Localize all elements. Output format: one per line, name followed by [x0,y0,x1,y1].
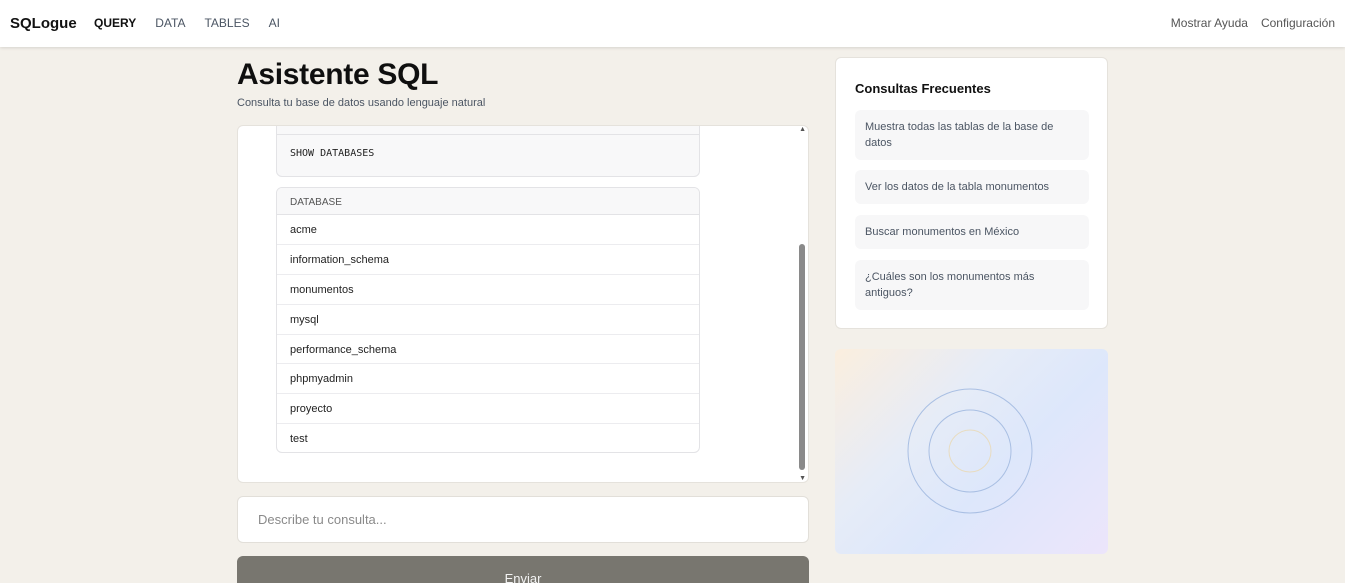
table-row: monumentos [277,275,699,305]
concentric-circles-icon [907,388,1033,514]
table-header-database: DATABASE [277,188,699,215]
table-row: test [290,433,308,446]
triangle-up-icon[interactable]: ▲ [799,126,806,133]
table-row: performance_schema [277,335,699,365]
faq-card: Consultas Frecuentes Muestra todas las t… [835,57,1108,329]
nav-ai[interactable]: AI [269,16,280,30]
table-row: proyecto [277,394,699,425]
chat-panel: SHOW DATABASES DATABASE acme information… [237,125,809,483]
top-navbar: SQLogue QUERY DATA TABLES AI Mostrar Ayu… [0,0,1345,47]
main-nav: QUERY DATA TABLES AI [94,16,299,30]
table-row: phpmyadmin [277,364,699,395]
decorative-card [835,349,1108,554]
settings-link[interactable]: Configuración [1261,16,1335,30]
faq-item-oldest-monuments[interactable]: ¿Cuáles son los monumentos más antiguos? [855,260,1089,310]
show-help-link[interactable]: Mostrar Ayuda [1171,16,1248,30]
result-table: DATABASE acme information_schema monumen… [276,187,700,453]
sql-box-divider [277,134,699,135]
faq-item-search-mexico[interactable]: Buscar monumentos en México [855,215,1089,249]
send-button[interactable]: Enviar [237,556,809,583]
top-right-links: Mostrar Ayuda Configuración [1171,16,1335,30]
page-title: Asistente SQL [237,58,439,91]
brand-logo[interactable]: SQLogue [10,15,77,32]
faq-item-view-monumentos[interactable]: Ver los datos de la tabla monumentos [855,170,1089,204]
nav-tables[interactable]: TABLES [204,16,249,30]
scrollbar-thumb[interactable] [799,244,805,470]
table-row: information_schema [277,245,699,275]
outer-ring [907,388,1033,514]
inner-ring [948,429,992,473]
middle-ring [928,409,1012,493]
sql-query-text: SHOW DATABASES [290,148,375,159]
sql-query-box: SHOW DATABASES [276,126,700,177]
triangle-down-icon[interactable]: ▼ [799,475,806,482]
table-row: mysql [277,305,699,335]
faq-title: Consultas Frecuentes [855,81,991,96]
query-input[interactable] [238,497,808,542]
faq-item-show-tables[interactable]: Muestra todas las tablas de la base de d… [855,110,1089,160]
table-row: acme [277,215,699,245]
page-subtitle: Consulta tu base de datos usando lenguaj… [237,97,486,109]
nav-data[interactable]: DATA [155,16,185,30]
nav-query[interactable]: QUERY [94,16,136,30]
query-input-container [237,496,809,543]
